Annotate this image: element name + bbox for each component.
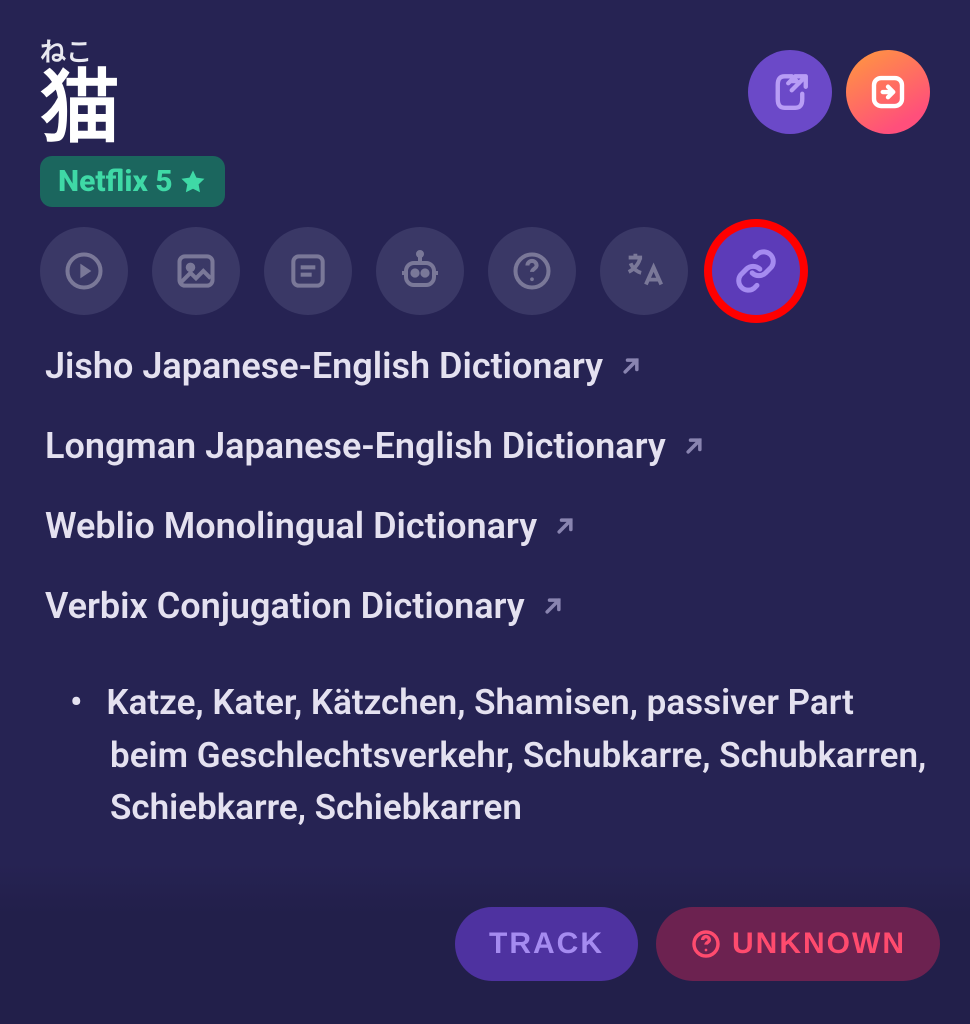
unknown-button[interactable]: UNKNOWN xyxy=(656,907,940,981)
dict-link-verbix[interactable]: Verbix Conjugation Dictionary xyxy=(45,585,930,627)
dict-link-jisho[interactable]: Jisho Japanese-English Dictionary xyxy=(45,345,930,387)
play-icon xyxy=(62,249,106,293)
dict-link-label: Verbix Conjugation Dictionary xyxy=(45,585,525,627)
track-label: TRACK xyxy=(489,927,604,961)
play-button[interactable] xyxy=(40,227,128,315)
track-button[interactable]: TRACK xyxy=(455,907,638,981)
definitions: Katze, Kater, Kätzchen, Shamisen, passiv… xyxy=(0,627,970,835)
translate-icon xyxy=(621,248,667,294)
external-icon xyxy=(680,432,708,460)
robot-icon xyxy=(396,247,444,295)
help-button[interactable] xyxy=(488,227,576,315)
help-icon xyxy=(510,249,554,293)
dict-link-longman[interactable]: Longman Japanese-English Dictionary xyxy=(45,425,930,467)
definition-item: Katze, Kater, Kätzchen, Shamisen, passiv… xyxy=(70,677,930,835)
external-icon xyxy=(551,512,579,540)
link-button[interactable] xyxy=(712,227,800,315)
dict-link-weblio[interactable]: Weblio Monolingual Dictionary xyxy=(45,505,930,547)
external-icon xyxy=(539,592,567,620)
toolbar xyxy=(0,207,970,315)
login-button[interactable] xyxy=(846,50,930,134)
header-actions xyxy=(748,40,930,134)
dict-link-label: Longman Japanese-English Dictionary xyxy=(45,425,666,467)
word-block: ねこ 猫 xyxy=(40,40,120,148)
notes-button[interactable] xyxy=(264,227,352,315)
tag-label: Netflix 5 xyxy=(58,164,173,199)
dictionary-links: Jisho Japanese-English Dictionary Longma… xyxy=(0,315,970,627)
link-icon xyxy=(733,248,779,294)
star-icon xyxy=(179,168,207,196)
dict-link-label: Jisho Japanese-English Dictionary xyxy=(45,345,603,387)
unknown-label: UNKNOWN xyxy=(732,927,906,961)
kanji: 猫 xyxy=(40,68,120,148)
translate-button[interactable] xyxy=(600,227,688,315)
image-button[interactable] xyxy=(152,227,240,315)
image-icon xyxy=(174,249,218,293)
ai-button[interactable] xyxy=(376,227,464,315)
footer: TRACK UNKNOWN xyxy=(0,864,970,1024)
enter-icon xyxy=(867,71,909,113)
help-icon xyxy=(690,928,722,960)
notes-icon xyxy=(286,249,330,293)
external-icon xyxy=(617,352,645,380)
frequency-tag[interactable]: Netflix 5 xyxy=(40,156,225,207)
export-button[interactable] xyxy=(748,50,832,134)
dict-link-label: Weblio Monolingual Dictionary xyxy=(45,505,537,547)
export-icon xyxy=(769,71,811,113)
